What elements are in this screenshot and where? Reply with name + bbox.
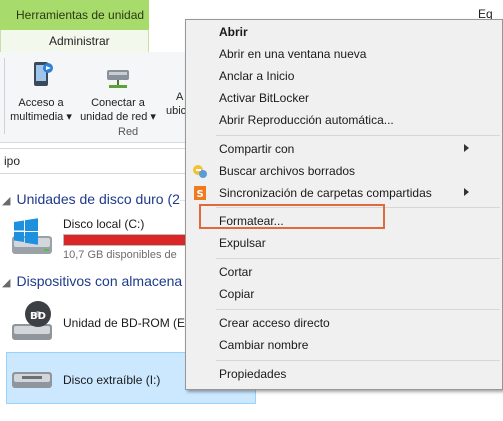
tab-administrar-label: Administrar [49, 34, 110, 48]
bd-rom-drive-icon: BD [8, 300, 56, 344]
map-network-drive-button[interactable]: Conectar a unidad de red ▾ [78, 60, 158, 124]
menu-item-label: Propiedades [219, 367, 287, 381]
media-access-label-2: multimedia ▾ [10, 111, 72, 123]
chevron-down-icon: ◢ [2, 195, 11, 207]
tab-administrar[interactable]: Administrar [0, 30, 149, 52]
menu-item-cortar[interactable]: Cortar [186, 261, 502, 283]
windows-hdd-icon [8, 218, 56, 258]
drive-bd-name: Unidad de BD-ROM (E:) [63, 316, 193, 330]
menu-item-label: Buscar archivos borrados [219, 164, 356, 178]
svg-text:BD: BD [30, 311, 46, 322]
map-network-drive-label-1: Conectar a [91, 97, 145, 109]
submenu-arrow-icon [464, 144, 469, 152]
menu-item-label: Expulsar [219, 236, 266, 250]
menu-item-label: Anclar a Inicio [219, 69, 295, 83]
map-network-drive-label-2: unidad de red ▾ [80, 111, 156, 123]
menu-item-anclar-inicio[interactable]: Anclar a Inicio [186, 65, 502, 87]
menu-item-sincronizacion-carpetas[interactable]: S Sincronización de carpetas compartidas [186, 182, 502, 204]
menu-item-label: Abrir [219, 25, 248, 39]
menu-separator [216, 258, 500, 259]
drive-removable-name: Disco extraíble (I:) [63, 373, 161, 387]
chevron-down-icon: ◢ [2, 277, 11, 289]
recovery-tool-icon [192, 163, 208, 179]
menu-item-label: Abrir en una ventana nueva [219, 47, 367, 61]
map-network-drive-icon [103, 60, 133, 90]
menu-item-buscar-archivos-borrados[interactable]: Buscar archivos borrados [186, 160, 502, 182]
menu-item-abrir[interactable]: Abrir [186, 21, 502, 43]
svg-text:S: S [197, 189, 204, 200]
formatear-highlight-box [199, 204, 385, 229]
menu-item-label: Cambiar nombre [219, 338, 309, 352]
menu-item-label: Activar BitLocker [219, 91, 310, 105]
section-hard-drives-title: Unidades de disco duro (2 [16, 191, 180, 207]
menu-item-reproduccion-automatica[interactable]: Abrir Reproducción automática... [186, 109, 502, 131]
menu-item-cambiar-nombre[interactable]: Cambiar nombre [186, 334, 502, 356]
menu-item-label: Compartir con [219, 142, 295, 156]
menu-item-crear-acceso-directo[interactable]: Crear acceso directo [186, 312, 502, 334]
ribbon-group-label-red: Red [118, 126, 139, 138]
drive-tools-tab[interactable]: Herramientas de unidad [0, 0, 149, 30]
removable-drive-icon [8, 362, 56, 394]
drive-local-space: 10,7 GB disponibles de [63, 249, 177, 261]
menu-item-label: Sincronización de carpetas compartidas [219, 186, 432, 200]
menu-item-propiedades[interactable]: Propiedades [186, 363, 502, 385]
sync-folders-icon: S [192, 185, 208, 201]
address-text: ipo [4, 154, 21, 168]
menu-item-label: Copiar [219, 287, 255, 301]
media-access-icon [26, 60, 56, 90]
menu-item-label: Abrir Reproducción automática... [219, 113, 394, 127]
menu-separator [216, 135, 500, 136]
menu-separator [216, 309, 500, 310]
section-removable-title: Dispositivos con almacena [16, 273, 183, 289]
media-access-label-1: Acceso a [18, 97, 64, 109]
menu-item-label: Cortar [219, 265, 253, 279]
menu-item-expulsar[interactable]: Expulsar [186, 232, 502, 254]
menu-item-label: Crear acceso directo [219, 316, 330, 330]
menu-item-activar-bitlocker[interactable]: Activar BitLocker [186, 87, 502, 109]
menu-item-compartir-con[interactable]: Compartir con [186, 138, 502, 160]
menu-item-abrir-ventana-nueva[interactable]: Abrir en una ventana nueva [186, 43, 502, 65]
media-access-button[interactable]: Acceso a multimedia ▾ [8, 60, 74, 124]
drive-local-name: Disco local (C:) [63, 217, 145, 231]
menu-separator [216, 360, 500, 361]
drive-tools-tab-label: Herramientas de unidad [16, 8, 145, 22]
menu-item-copiar[interactable]: Copiar [186, 283, 502, 305]
ribbon-separator [4, 58, 5, 134]
section-hard-drives[interactable]: ◢ Unidades de disco duro (2 [0, 191, 180, 207]
submenu-arrow-icon [464, 188, 469, 196]
section-removable[interactable]: ◢ Dispositivos con almacena [0, 273, 182, 289]
